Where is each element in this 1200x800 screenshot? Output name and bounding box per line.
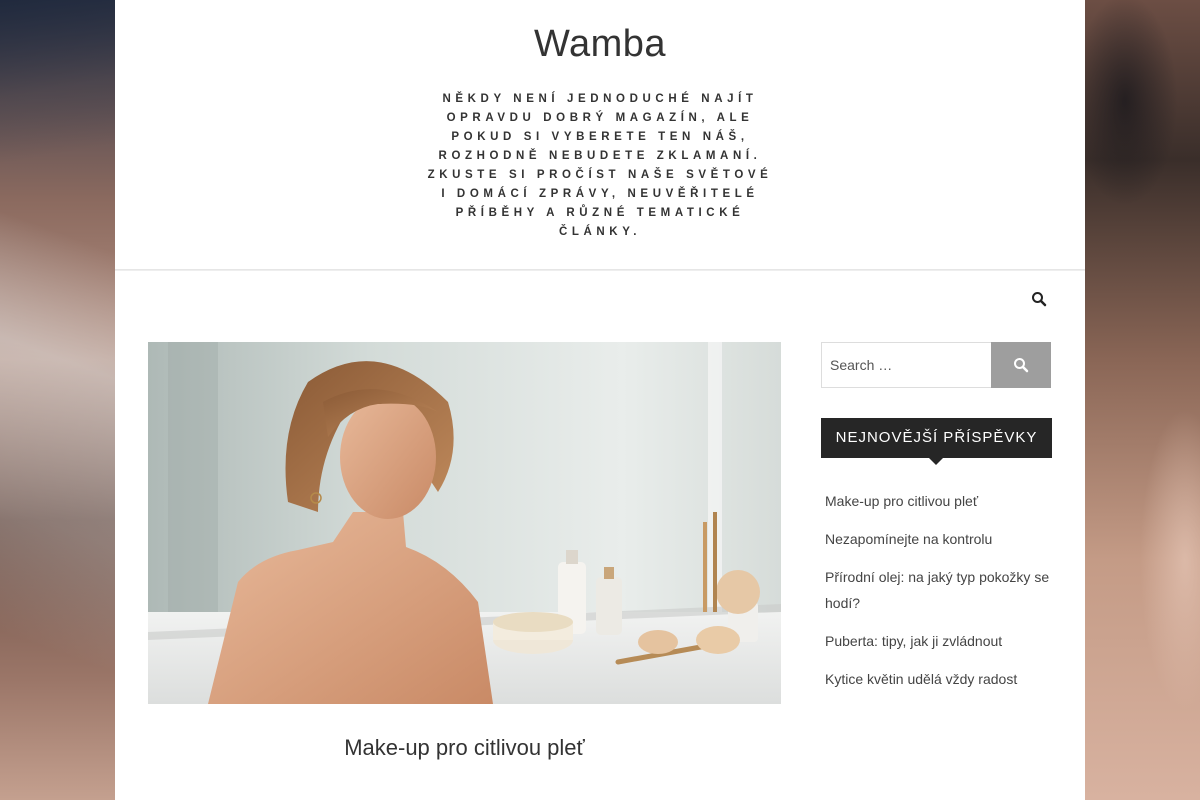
page-container: Wamba Někdy není jednoduché najít opravd… xyxy=(115,0,1085,800)
recent-posts-list: Make-up pro citlivou pleť Nezapomínejte … xyxy=(821,488,1052,692)
search-form xyxy=(821,342,1052,388)
search-icon-graphic xyxy=(1032,292,1047,307)
main-content: Make-up pro citlivou pleť xyxy=(148,342,781,761)
background-photo-right xyxy=(1085,0,1200,800)
recent-post-link[interactable]: Nezapomínejte na kontrolu xyxy=(825,526,1052,552)
search-icon[interactable] xyxy=(1031,291,1047,307)
recent-posts-widget-header: NEJNOVĚJŠÍ PŘÍSPĚVKY xyxy=(821,418,1052,465)
recent-post-link[interactable]: Přírodní olej: na jaký typ pokožky se ho… xyxy=(825,564,1052,616)
main-navigation xyxy=(115,270,1085,326)
site-header: Wamba Někdy není jednoduché najít opravd… xyxy=(115,0,1085,270)
recent-post-link[interactable]: Puberta: tipy, jak ji zvládnout xyxy=(825,628,1052,654)
recent-post-link[interactable]: Kytice květin udělá vždy radost xyxy=(825,666,1052,692)
sidebar: NEJNOVĚJŠÍ PŘÍSPĚVKY Make-up pro citlivo… xyxy=(821,342,1052,704)
widget-title-arrow xyxy=(929,458,943,465)
site-description: Někdy není jednoduché najít opravdu dobr… xyxy=(427,93,773,238)
post-title[interactable]: Make-up pro citlivou pleť xyxy=(148,735,781,761)
search-submit-button[interactable] xyxy=(991,342,1051,388)
background-photo-left xyxy=(0,0,115,800)
site-title[interactable]: Wamba xyxy=(115,22,1085,66)
recent-posts-title: NEJNOVĚJŠÍ PŘÍSPĚVKY xyxy=(821,418,1052,458)
recent-post-link[interactable]: Make-up pro citlivou pleť xyxy=(825,488,1052,514)
search-input[interactable] xyxy=(821,342,991,388)
featured-image[interactable] xyxy=(148,342,781,704)
featured-image-illustration xyxy=(148,342,781,704)
search-icon xyxy=(1014,358,1029,373)
